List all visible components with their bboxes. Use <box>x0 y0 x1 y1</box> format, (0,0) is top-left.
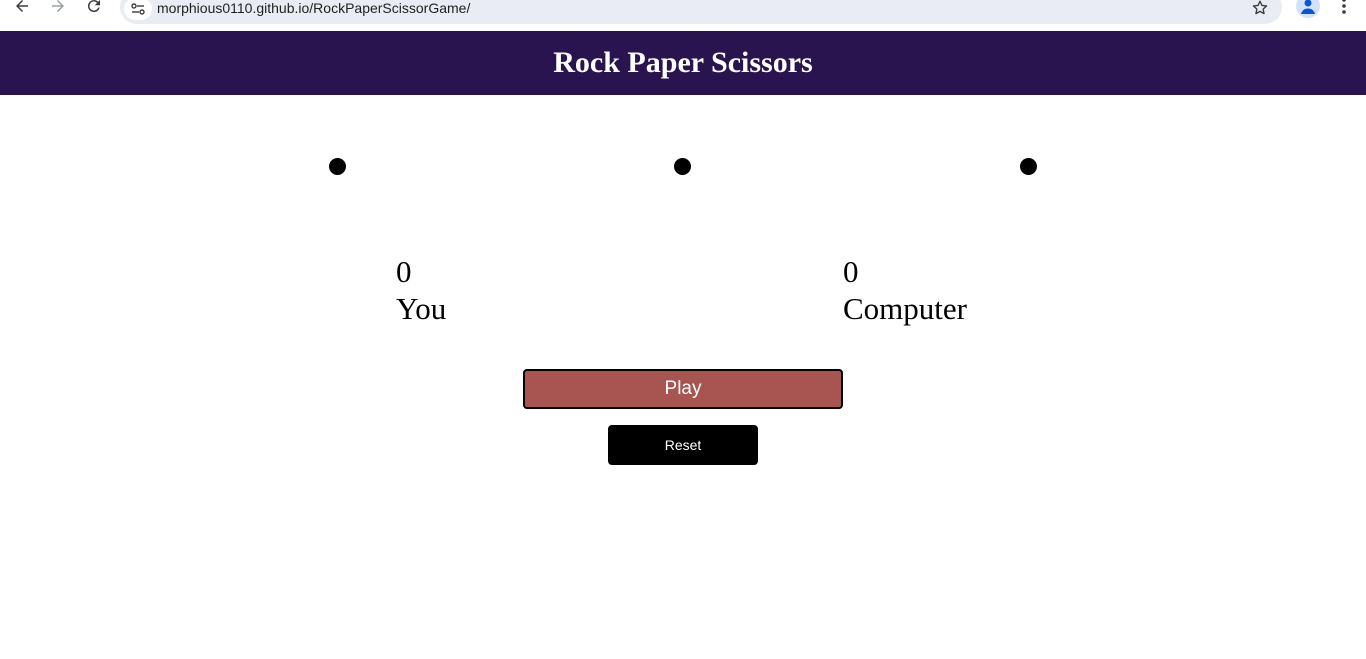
computer-score: 0 <box>843 254 859 289</box>
page-title: Rock Paper Scissors <box>553 46 813 79</box>
play-button[interactable]: Play <box>523 369 843 409</box>
address-bar[interactable]: morphious0110.github.io/RockPaperScissor… <box>120 0 1282 24</box>
url-text[interactable]: morphious0110.github.io/RockPaperScissor… <box>157 0 470 18</box>
choice-2[interactable] <box>674 158 691 175</box>
site-info-icon[interactable] <box>124 0 152 20</box>
reset-button[interactable]: Reset <box>608 425 758 465</box>
page-header: Rock Paper Scissors <box>0 31 1366 95</box>
star-icon[interactable] <box>1250 0 1270 18</box>
reload-icon[interactable] <box>82 0 106 18</box>
computer-score-label: Computer <box>843 291 967 326</box>
choice-1[interactable] <box>329 158 346 175</box>
user-score-board: 0 You <box>396 253 446 327</box>
computer-score-board: 0 Computer <box>843 253 967 327</box>
user-score-label: You <box>396 291 447 326</box>
more-icon[interactable] <box>1336 0 1352 18</box>
back-icon[interactable] <box>10 0 34 18</box>
browser-toolbar: morphious0110.github.io/RockPaperScissor… <box>0 0 1366 31</box>
user-score: 0 <box>396 254 412 289</box>
choice-3[interactable] <box>1020 158 1037 175</box>
forward-icon[interactable] <box>46 0 70 18</box>
profile-icon[interactable] <box>1296 0 1320 18</box>
